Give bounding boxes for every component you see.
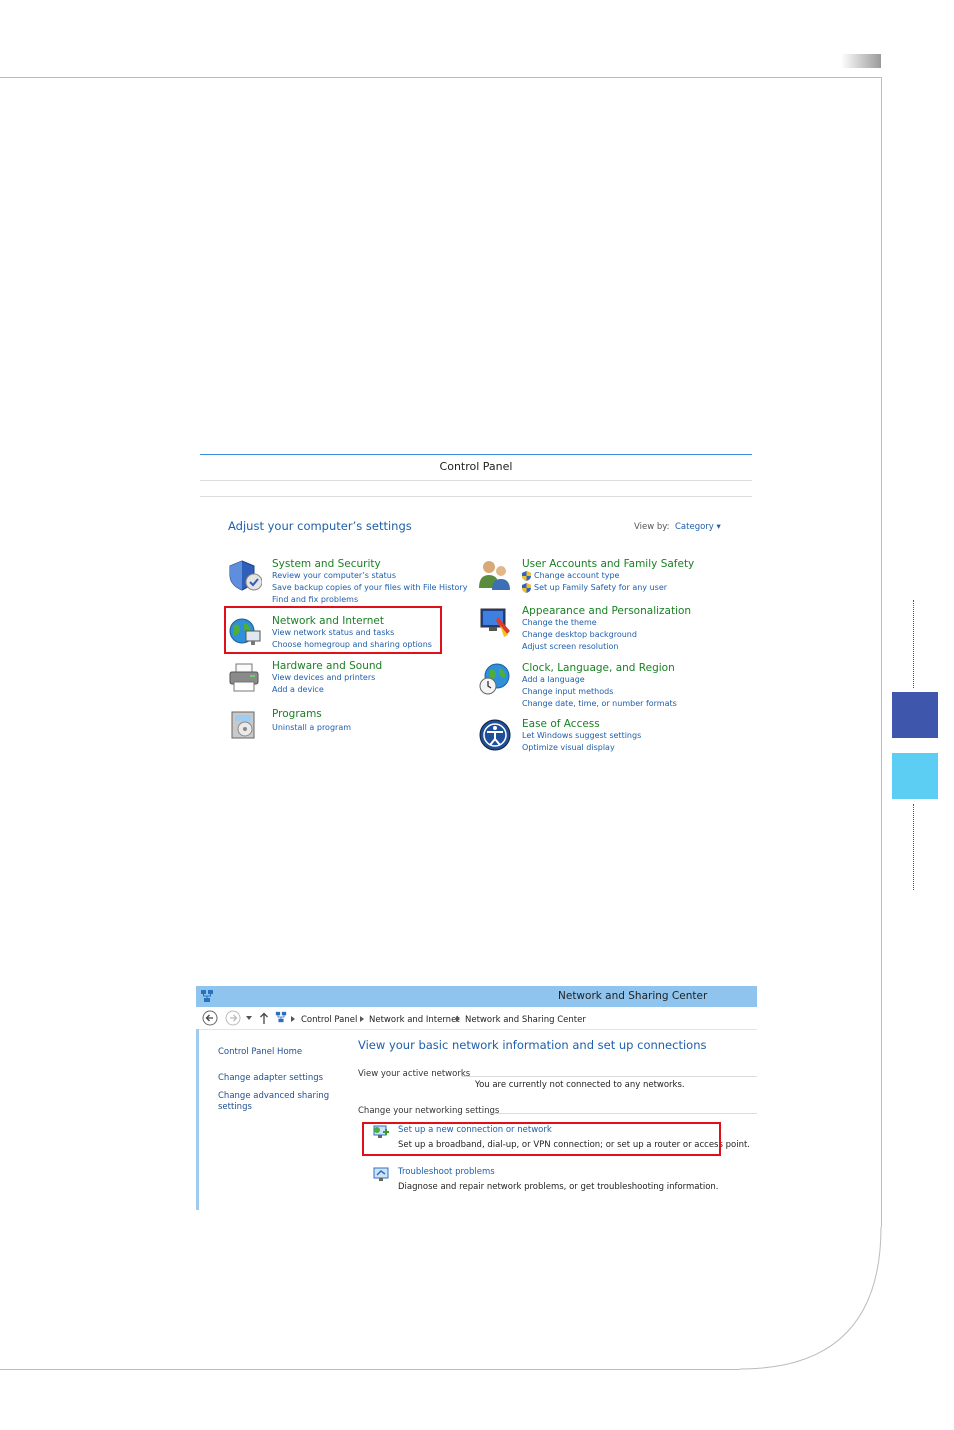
section-divider xyxy=(462,1076,757,1077)
category-link[interactable]: Add a device xyxy=(272,685,324,694)
breadcrumb-separator-icon xyxy=(291,1016,295,1022)
ease-of-access-icon xyxy=(479,719,511,751)
breadcrumb-network-sharing-center[interactable]: Network and Sharing Center xyxy=(465,1015,586,1025)
network-sharing-center-window: Network and Sharing Center Control Panel… xyxy=(196,986,757,1210)
category-link[interactable]: View devices and printers xyxy=(272,673,375,682)
sidebar-item-advanced-sharing-cont[interactable]: settings xyxy=(218,1102,252,1112)
category-title[interactable]: Clock, Language, and Region xyxy=(522,662,675,674)
category-title[interactable]: User Accounts and Family Safety xyxy=(522,558,694,570)
users-icon xyxy=(479,561,510,590)
title-bar: Network and Sharing Center xyxy=(196,986,757,1007)
highlight-box-network-internet xyxy=(224,606,442,654)
category-link[interactable]: Optimize visual display xyxy=(522,743,615,752)
category-link[interactable]: Save backup copies of your files with Fi… xyxy=(272,583,467,592)
forward-arrow-icon[interactable] xyxy=(225,1010,241,1026)
troubleshoot-icon xyxy=(373,1167,389,1181)
programs-box-icon xyxy=(231,711,255,739)
category-link[interactable]: Change input methods xyxy=(522,687,613,696)
window-title: Control Panel xyxy=(439,460,513,473)
breadcrumb-network-internet[interactable]: Network and Internet xyxy=(369,1015,460,1025)
back-arrow-icon[interactable] xyxy=(202,1010,218,1026)
category-link[interactable]: Change desktop background xyxy=(522,630,637,639)
category-link[interactable]: Adjust screen resolution xyxy=(522,642,618,651)
network-icon xyxy=(275,1011,287,1023)
section-divider xyxy=(488,1113,757,1114)
sidebar-item-control-panel-home[interactable]: Control Panel Home xyxy=(218,1047,302,1057)
active-networks-label: View your active networks xyxy=(358,1069,471,1079)
view-by-label: View by: xyxy=(634,522,670,532)
page-frame-corner xyxy=(740,1227,882,1370)
view-by-dropdown[interactable]: Category ▾ xyxy=(675,522,721,532)
category-link[interactable]: Add a language xyxy=(522,675,585,684)
control-panel-window: Control Panel Adjust your computer’s set… xyxy=(200,450,752,760)
shield-icon xyxy=(229,560,262,591)
category-title[interactable]: System and Security xyxy=(272,558,381,570)
up-arrow-icon[interactable] xyxy=(259,1012,269,1024)
category-link[interactable]: Review your computer’s status xyxy=(272,571,396,580)
title-bar-line xyxy=(200,454,752,455)
category-link[interactable]: Change the theme xyxy=(522,618,597,627)
troubleshoot-desc: Diagnose and repair network problems, or… xyxy=(398,1182,719,1192)
category-link[interactable]: Change date, time, or number formats xyxy=(522,699,677,708)
address-bar: Control Panel Network and Internet Netwo… xyxy=(196,1007,757,1030)
network-status: You are currently not connected to any n… xyxy=(475,1080,685,1090)
category-title[interactable]: Appearance and Personalization xyxy=(522,605,691,617)
breadcrumb-separator-icon xyxy=(456,1016,460,1022)
clock-globe-icon xyxy=(479,663,510,695)
category-link[interactable]: Set up Family Safety for any user xyxy=(534,583,667,592)
sidebar-item-advanced-sharing[interactable]: Change advanced sharing xyxy=(218,1091,329,1101)
category-title[interactable]: Hardware and Sound xyxy=(272,660,382,672)
uac-shield-icon xyxy=(522,571,531,581)
breadcrumb-control-panel[interactable]: Control Panel xyxy=(301,1015,357,1025)
appearance-monitor-icon xyxy=(480,608,510,637)
category-link[interactable]: Uninstall a program xyxy=(272,723,351,732)
page-frame-top xyxy=(0,77,881,78)
uac-shield-icon xyxy=(522,583,531,593)
sidebar-accent xyxy=(196,1029,199,1210)
category-title[interactable]: Programs xyxy=(272,708,322,720)
page-heading: Adjust your computer’s settings xyxy=(228,519,412,533)
breadcrumb-separator-icon xyxy=(360,1016,364,1022)
recent-pages-chevron-down-icon[interactable] xyxy=(246,1016,252,1020)
category-link[interactable]: Let Windows suggest settings xyxy=(522,731,641,740)
category-link[interactable]: Find and fix problems xyxy=(272,595,358,604)
highlight-box-setup-connection xyxy=(362,1122,721,1156)
printer-icon xyxy=(229,663,259,692)
network-icon xyxy=(201,990,213,1002)
page-header-tab xyxy=(841,54,881,68)
page-frame-bottom xyxy=(0,1369,740,1370)
category-title[interactable]: Ease of Access xyxy=(522,718,600,730)
side-dotted-line-bottom xyxy=(913,804,914,890)
troubleshoot-link[interactable]: Troubleshoot problems xyxy=(398,1167,495,1177)
page-frame-right xyxy=(881,77,882,1227)
sidebar-item-adapter-settings[interactable]: Change adapter settings xyxy=(218,1073,323,1083)
side-chapter-marker-dark xyxy=(892,692,938,738)
toolbar-divider xyxy=(200,496,752,497)
side-chapter-marker-light xyxy=(892,753,938,799)
category-link[interactable]: Change account type xyxy=(534,571,619,580)
side-dotted-line-top xyxy=(913,600,914,688)
change-settings-label: Change your networking settings xyxy=(358,1106,500,1116)
window-title: Network and Sharing Center xyxy=(558,990,708,1002)
page-heading: View your basic network information and … xyxy=(358,1038,707,1052)
toolbar-divider xyxy=(200,480,752,481)
